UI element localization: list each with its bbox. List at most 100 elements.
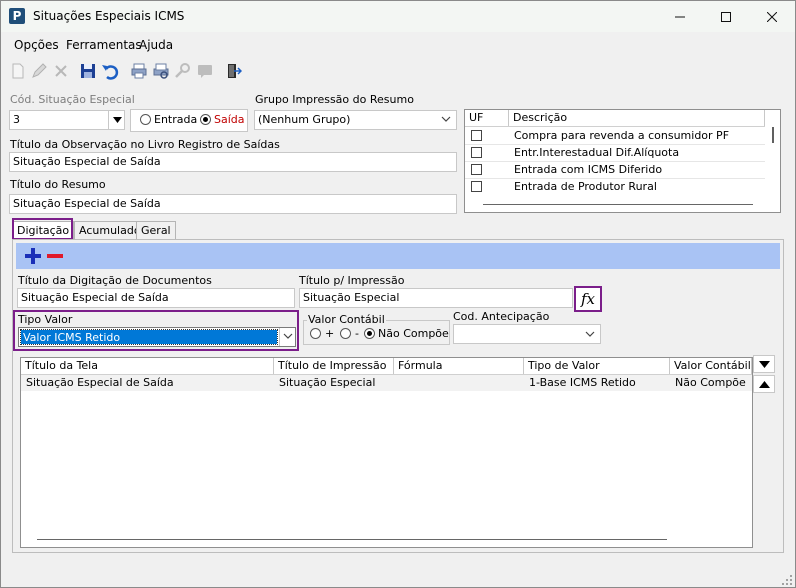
radio-saida[interactable]	[200, 114, 211, 125]
close-icon	[767, 11, 777, 22]
triangle-up-icon	[758, 380, 770, 388]
grupo-value: (Nenhum Grupo)	[258, 113, 351, 126]
exit-icon[interactable]	[224, 62, 242, 80]
table-row[interactable]: Situação Especial de Saída Situação Espe…	[21, 375, 752, 391]
obs-label: Título da Observação no Livro Registro d…	[10, 138, 280, 151]
uf-row[interactable]: Entr.Interestadual Dif.Alíquota	[465, 144, 765, 162]
uf-row-checkbox[interactable]	[471, 164, 482, 175]
tab-geral[interactable]: Geral	[136, 221, 176, 239]
cod-label: Cód. Situação Especial	[10, 93, 135, 106]
radio-vc-minus[interactable]	[340, 328, 351, 339]
grupo-select[interactable]: (Nenhum Grupo)	[254, 110, 457, 130]
grupo-label: Grupo Impressão do Resumo	[255, 93, 414, 106]
uf-grid-header: UF Descrição	[465, 110, 765, 127]
search-icon[interactable]	[174, 62, 192, 80]
radio-entrada[interactable]	[140, 114, 151, 125]
comment-icon[interactable]	[196, 62, 214, 80]
uf-grid-vscrollbar[interactable]	[772, 127, 774, 143]
col-titulo-impressao[interactable]: Título de Impressão	[274, 358, 394, 374]
antecipacao-label: Cod. Antecipação	[453, 310, 550, 323]
remove-icon[interactable]	[46, 247, 64, 265]
radio-entrada-label: Entrada	[154, 113, 198, 126]
save-icon[interactable]	[79, 62, 97, 80]
dropdown-arrow-icon	[112, 117, 122, 123]
tipo-valor-select[interactable]: Valor ICMS Retido	[18, 327, 296, 347]
close-button[interactable]	[749, 1, 795, 32]
obs-value: Situação Especial de Saída	[13, 155, 161, 168]
titulo-digitacao-input[interactable]: Situação Especial de Saída	[17, 288, 295, 308]
titulo-impressao-label: Título p/ Impressão	[299, 274, 405, 287]
uf-row-descricao: Entrada com ICMS Diferido	[514, 163, 663, 176]
main-grid-hscrollbar[interactable]	[37, 539, 667, 540]
col-titulo-tela[interactable]: Título da Tela	[21, 358, 274, 374]
main-grid-header: Título da Tela Título de Impressão Fórmu…	[21, 358, 752, 375]
obs-input[interactable]: Situação Especial de Saída	[9, 152, 457, 172]
chevron-down-icon	[283, 333, 293, 339]
cod-dropdown-button[interactable]	[108, 111, 125, 129]
menu-ajuda[interactable]: Ajuda	[139, 38, 173, 52]
minimize-icon	[675, 16, 685, 17]
radio-vc-nao-compoe-label: Não Compõe	[378, 327, 449, 340]
uf-row-descricao: Compra para revenda a consumidor PF	[514, 129, 730, 142]
uf-row-checkbox[interactable]	[471, 147, 482, 158]
fx-icon: fx	[580, 290, 595, 308]
cell-titulo-tela: Situação Especial de Saída	[26, 376, 174, 389]
move-down-button[interactable]	[753, 355, 775, 373]
titulo-impressao-input[interactable]: Situação Especial	[299, 288, 573, 308]
toolbar	[1, 59, 795, 83]
cell-titulo-impressao: Situação Especial	[279, 376, 376, 389]
cell-valor-contabil: Não Compõe	[675, 376, 746, 389]
antecipacao-select[interactable]	[453, 324, 601, 344]
radio-vc-minus-label: -	[355, 327, 359, 340]
uf-grid: UF Descrição Compra para revenda a consu…	[464, 109, 781, 213]
uf-grid-hscrollbar[interactable]	[483, 204, 753, 205]
radio-vc-plus[interactable]	[310, 328, 321, 339]
menu-ferramentas[interactable]: Ferramentas	[66, 38, 142, 52]
uf-row-checkbox[interactable]	[471, 130, 482, 141]
col-tipo-valor[interactable]: Tipo de Valor	[524, 358, 670, 374]
add-icon[interactable]	[24, 247, 42, 265]
uf-col-header[interactable]: UF	[465, 110, 509, 126]
titulo-digitacao-label: Título da Digitação de Documentos	[18, 274, 212, 287]
minimize-button[interactable]	[657, 1, 703, 32]
app-logo-icon: P	[9, 8, 25, 24]
tab-acumulado[interactable]: Acumulado	[74, 221, 146, 239]
undo-icon[interactable]	[101, 62, 119, 80]
uf-row-descricao: Entr.Interestadual Dif.Alíquota	[514, 146, 680, 159]
uf-row[interactable]: Entrada de Produtor Rural	[465, 178, 765, 195]
col-valor-contabil[interactable]: Valor Contábil	[670, 358, 752, 374]
tipo-valor-dropdown-button[interactable]	[279, 328, 296, 346]
uf-row-checkbox[interactable]	[471, 181, 482, 192]
maximize-button[interactable]	[703, 1, 749, 32]
delete-icon[interactable]	[52, 62, 70, 80]
col-formula[interactable]: Fórmula	[394, 358, 524, 374]
resumo-value: Situação Especial de Saída	[13, 197, 161, 210]
resize-grip-icon[interactable]	[781, 573, 793, 585]
resumo-label: Título do Resumo	[10, 178, 106, 191]
formula-fx-button[interactable]: fx	[574, 286, 602, 312]
main-grid: Título da Tela Título de Impressão Fórmu…	[20, 357, 753, 548]
antecipacao-chevron-down-icon	[585, 329, 595, 342]
cell-tipo-valor: 1-Base ICMS Retido	[529, 376, 636, 389]
radio-vc-plus-label: +	[325, 327, 335, 340]
new-document-icon[interactable]	[9, 62, 27, 80]
resumo-input[interactable]: Situação Especial de Saída	[9, 194, 457, 214]
window-title: Situações Especiais ICMS	[33, 9, 185, 23]
menu-opcoes[interactable]: Opções	[14, 38, 59, 52]
uf-row[interactable]: Entrada com ICMS Diferido	[465, 161, 765, 179]
uf-row[interactable]: Compra para revenda a consumidor PF	[465, 127, 765, 145]
move-up-button[interactable]	[753, 375, 775, 393]
radio-vc-nao-compoe[interactable]	[364, 328, 375, 339]
valor-contabil-label: Valor Contábil	[307, 313, 386, 326]
titulo-impressao-value: Situação Especial	[303, 291, 400, 304]
print-icon[interactable]	[130, 62, 148, 80]
maximize-icon	[721, 11, 731, 22]
menu-bar: Opções Ferramentas Ajuda	[1, 34, 795, 56]
edit-icon[interactable]	[30, 62, 48, 80]
tab-digitacao-highlight	[12, 218, 73, 240]
print-preview-icon[interactable]	[152, 62, 170, 80]
action-bar	[16, 243, 780, 269]
descricao-col-header[interactable]: Descrição	[509, 110, 765, 126]
radio-saida-label: Saída	[214, 113, 245, 126]
uf-row-descricao: Entrada de Produtor Rural	[514, 180, 657, 193]
